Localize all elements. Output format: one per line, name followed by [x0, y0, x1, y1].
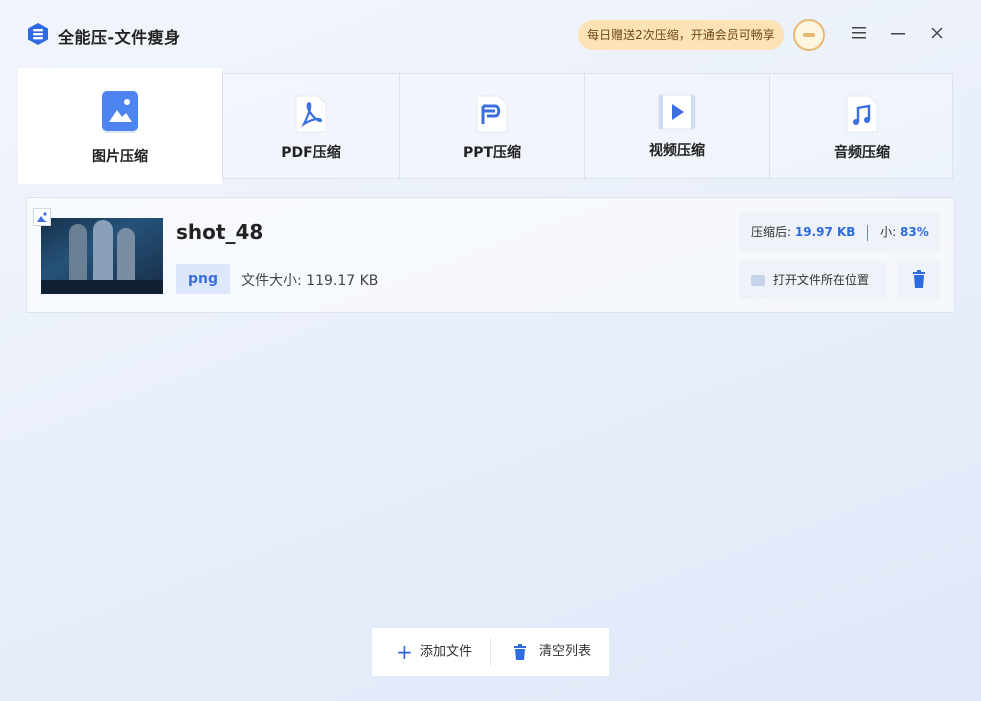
minimize-icon — [891, 33, 905, 35]
trash-icon — [913, 270, 925, 288]
tab-pdf-label: PDF压缩 — [281, 145, 341, 161]
promo-banner[interactable]: 每日赠送2次压缩，开通会员可畅享 — [578, 20, 784, 50]
audio-icon — [846, 95, 878, 133]
tab-pdf[interactable]: PDF压缩 — [223, 74, 399, 180]
image-icon — [102, 91, 138, 133]
bottom-action-bar: + 添加文件 清空列表 — [372, 628, 609, 676]
pdf-icon — [295, 95, 327, 133]
file-list-item: shot_48 png 文件大小: 119.17 KB 压缩后: 19.97 K… — [26, 197, 955, 313]
clear-list-button[interactable]: 清空列表 — [491, 628, 609, 676]
clear-list-label: 清空列表 — [539, 644, 592, 659]
app-title: 全能压-文件瘦身 — [58, 28, 181, 47]
file-thumbnail — [41, 218, 163, 294]
file-format-badge: png — [176, 264, 230, 294]
trash-icon — [514, 643, 526, 660]
file-size: 文件大小: 119.17 KB — [241, 273, 379, 289]
compression-tabs: 图片压缩 PDF压缩 PPT压缩 视频压缩 音频压缩 — [18, 68, 953, 184]
image-icon — [37, 212, 47, 222]
result-divider — [867, 224, 869, 241]
reduction-percent: 83% — [900, 225, 929, 239]
close-button[interactable] — [927, 24, 947, 44]
title-bar: 全能压-文件瘦身 每日赠送2次压缩，开通会员可畅享 — [0, 0, 981, 68]
tab-video[interactable]: 视频压缩 — [584, 74, 769, 180]
image-type-badge — [33, 208, 51, 226]
plus-icon: + — [396, 640, 413, 664]
tab-row: PDF压缩 PPT压缩 视频压缩 音频压缩 — [222, 73, 954, 180]
ppt-icon — [476, 95, 508, 133]
tab-video-label: 视频压缩 — [649, 143, 705, 159]
compressed-size: 19.97 KB — [794, 225, 856, 239]
hamburger-icon — [852, 27, 866, 39]
app-logo-icon — [28, 23, 48, 45]
tab-audio[interactable]: 音频压缩 — [769, 74, 954, 180]
result-prefix: 压缩后: — [751, 225, 792, 239]
user-avatar[interactable] — [793, 19, 825, 51]
video-icon — [658, 94, 696, 130]
tab-audio-label: 音频压缩 — [834, 145, 890, 161]
add-file-button[interactable]: + 添加文件 — [372, 628, 490, 676]
tab-image[interactable]: 图片压缩 — [18, 68, 222, 184]
tab-ppt[interactable]: PPT压缩 — [399, 74, 584, 180]
delete-file-button[interactable] — [898, 261, 940, 299]
tab-image-label: 图片压缩 — [92, 149, 148, 165]
open-folder-button[interactable]: 打开文件所在位置 — [739, 261, 886, 299]
close-icon — [931, 27, 943, 39]
menu-button[interactable] — [849, 24, 869, 44]
add-file-label: 添加文件 — [420, 644, 473, 660]
open-folder-label: 打开文件所在位置 — [773, 273, 870, 287]
file-name: shot_48 — [176, 220, 264, 244]
folder-icon — [751, 275, 765, 286]
tab-ppt-label: PPT压缩 — [462, 145, 522, 161]
reduction-prefix: 小: — [880, 225, 897, 239]
minimize-button[interactable] — [888, 24, 908, 44]
compression-result: 压缩后: 19.97 KB 小: 83% — [739, 213, 940, 251]
